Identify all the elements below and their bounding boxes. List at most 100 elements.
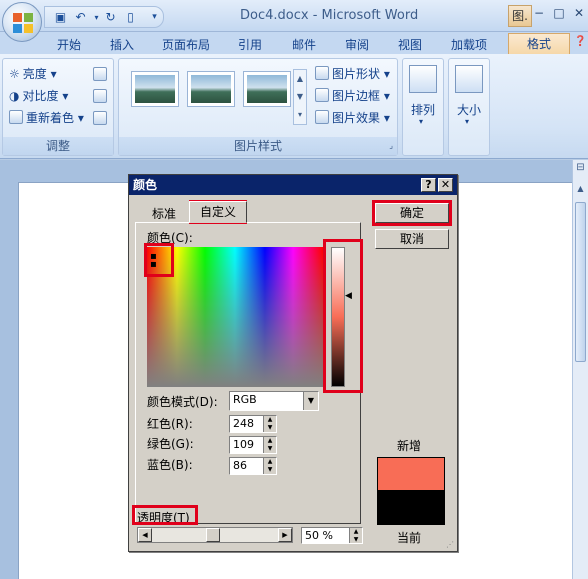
style-gallery-scroll[interactable]: ▲ ▼ ▾ xyxy=(293,69,307,125)
slider-left-icon[interactable]: ◀ xyxy=(138,528,152,542)
transparency-input[interactable]: 50 % ▲ ▼ xyxy=(301,527,363,544)
transparency-slider[interactable]: ◀ ▶ xyxy=(137,527,293,543)
resize-grip-icon[interactable]: ⋰ xyxy=(446,540,456,550)
picture-effects-button[interactable]: 图片效果 ▾ xyxy=(315,109,390,126)
color-dialog: 颜色 ? ✕ 标准 自定义 颜色(C): ▪ ▪ ◀ 颜色模式(D): RGB ▼… xyxy=(128,174,458,552)
tab-references[interactable]: 引用 xyxy=(238,36,262,53)
blue-label: 蓝色(B): xyxy=(147,458,193,472)
picture-style-thumbnail[interactable] xyxy=(187,71,235,107)
customize-qat-icon[interactable]: ▾ xyxy=(147,10,162,25)
ribbon: ☼ 亮度 ▾ ◑ 对比度 ▾ 重新着色 ▾ 调整 ▲ ▼ ▾ 图片形状 ▾ 图片边框… xyxy=(0,54,588,159)
undo-dropdown-icon[interactable]: ▾ xyxy=(89,10,104,25)
new-color-label: 新增 xyxy=(397,439,422,453)
transparency-slider-thumb[interactable] xyxy=(206,528,220,542)
dialog-launcher-icon[interactable]: ⌟ xyxy=(389,137,393,155)
tab-custom[interactable]: 自定义 xyxy=(189,201,247,223)
ruler-toggle-icon[interactable]: ⊟ xyxy=(573,162,588,180)
tab-standard[interactable]: 标准 xyxy=(139,205,189,223)
highlight-ok xyxy=(372,200,452,226)
picture-shape-button[interactable]: 图片形状 ▾ xyxy=(315,65,390,82)
new-color-swatch xyxy=(377,457,445,491)
group-arrange: 排列 ▾ xyxy=(402,58,444,156)
effects-icon xyxy=(315,110,329,124)
arrange-button[interactable]: 排列 xyxy=(411,101,435,118)
help-button[interactable]: ? xyxy=(421,178,436,192)
tab-home[interactable]: 开始 xyxy=(57,36,81,53)
recolor-icon xyxy=(9,110,23,124)
change-picture-icon[interactable] xyxy=(93,89,107,103)
group-size: 大小 ▾ xyxy=(448,58,490,156)
shape-icon xyxy=(315,66,329,80)
pen-icon xyxy=(315,88,329,102)
green-spinner[interactable]: ▲ ▼ xyxy=(263,437,276,453)
tab-page-layout[interactable]: 页面布局 xyxy=(162,36,210,53)
tab-add-ins[interactable]: 加载项 xyxy=(451,36,487,53)
save-icon[interactable]: ▣ xyxy=(53,10,68,25)
picture-style-thumbnail[interactable] xyxy=(131,71,179,107)
blue-spinner[interactable]: ▲ ▼ xyxy=(263,458,276,474)
tab-insert[interactable]: 插入 xyxy=(110,36,134,53)
current-color-label: 当前 xyxy=(397,531,422,545)
redo-icon[interactable]: ↻ xyxy=(103,10,118,25)
transparency-spinner[interactable]: ▲ ▼ xyxy=(349,528,362,543)
highlight-transparency xyxy=(132,505,198,525)
arrange-icon xyxy=(409,65,437,93)
office-logo-icon xyxy=(13,13,33,33)
vertical-scrollbar[interactable]: ⊟ ▲ xyxy=(572,160,588,579)
red-input[interactable]: 248 ▲ ▼ xyxy=(229,415,277,433)
scroll-up-icon[interactable]: ▲ xyxy=(573,184,588,198)
ribbon-tabs: 开始 插入 页面布局 引用 邮件 审阅 视图 加载项 格式 ❓ xyxy=(0,32,588,55)
window-title: Doc4.docx - Microsoft Word xyxy=(240,8,419,23)
maximize-button[interactable]: □ xyxy=(550,4,568,22)
highlight-crosshair xyxy=(144,243,174,277)
tab-view[interactable]: 视图 xyxy=(398,36,422,53)
office-button[interactable] xyxy=(2,2,42,42)
group-picture-styles: ▲ ▼ ▾ 图片形状 ▾ 图片边框 ▾ 图片效果 ▾ 图片样式 ⌟ xyxy=(118,58,398,156)
brightness-button[interactable]: ☼ 亮度 ▾ xyxy=(9,65,57,82)
group-label-adjust: 调整 xyxy=(3,137,113,155)
window-controls: − □ ✕ xyxy=(506,2,588,26)
picture-border-button[interactable]: 图片边框 ▾ xyxy=(315,87,390,104)
current-color-swatch xyxy=(377,491,445,525)
red-label: 红色(R): xyxy=(147,417,193,431)
dialog-title: 颜色 xyxy=(129,175,457,195)
sun-icon: ☼ xyxy=(9,67,20,81)
size-button[interactable]: 大小 xyxy=(457,101,481,118)
minimize-button[interactable]: − xyxy=(530,4,548,22)
undo-icon[interactable]: ↶ xyxy=(73,10,88,25)
gallery-up-icon[interactable]: ▲ xyxy=(294,70,306,88)
tab-mailings[interactable]: 邮件 xyxy=(292,36,316,53)
color-model-select[interactable]: RGB ▼ xyxy=(229,391,319,411)
blue-input[interactable]: 86 ▲ ▼ xyxy=(229,457,277,475)
contrast-icon: ◑ xyxy=(9,89,20,103)
tab-review[interactable]: 审阅 xyxy=(345,36,369,53)
highlight-luminance xyxy=(323,239,363,393)
chevron-down-icon[interactable]: ▼ xyxy=(303,392,318,410)
group-adjust: ☼ 亮度 ▾ ◑ 对比度 ▾ 重新着色 ▾ 调整 xyxy=(2,58,114,156)
dialog-close-button[interactable]: ✕ xyxy=(438,178,453,192)
green-input[interactable]: 109 ▲ ▼ xyxy=(229,436,277,454)
reset-picture-icon[interactable] xyxy=(93,111,107,125)
recolor-button[interactable]: 重新着色 ▾ xyxy=(9,109,84,126)
help-icon[interactable]: ❓ xyxy=(574,36,586,47)
green-label: 绿色(G): xyxy=(147,437,194,451)
scrollbar-thumb[interactable] xyxy=(575,202,586,362)
group-label-picture-styles: 图片样式 ⌟ xyxy=(119,137,397,155)
red-spinner[interactable]: ▲ ▼ xyxy=(263,416,276,432)
quick-access-toolbar: ▣ ↶ ▾ ↻ ▯ ▾ xyxy=(44,6,164,28)
compress-pictures-icon[interactable] xyxy=(93,67,107,81)
title-bar: ▣ ↶ ▾ ↻ ▯ ▾ Doc4.docx - Microsoft Word 图… xyxy=(0,0,588,32)
color-model-label: 颜色模式(D): xyxy=(147,395,218,409)
picture-style-thumbnail[interactable] xyxy=(243,71,291,107)
slider-right-icon[interactable]: ▶ xyxy=(278,528,292,542)
gallery-down-icon[interactable]: ▼ xyxy=(294,88,306,106)
size-dropdown-icon[interactable]: ▾ xyxy=(465,117,469,126)
tab-format[interactable]: 格式 xyxy=(508,33,570,55)
close-button[interactable]: ✕ xyxy=(570,4,588,22)
contrast-button[interactable]: ◑ 对比度 ▾ xyxy=(9,87,68,104)
new-document-icon[interactable]: ▯ xyxy=(123,10,138,25)
cancel-button[interactable]: 取消 xyxy=(375,229,449,249)
gallery-more-icon[interactable]: ▾ xyxy=(294,106,306,124)
size-icon xyxy=(455,65,483,93)
arrange-dropdown-icon[interactable]: ▾ xyxy=(419,117,423,126)
